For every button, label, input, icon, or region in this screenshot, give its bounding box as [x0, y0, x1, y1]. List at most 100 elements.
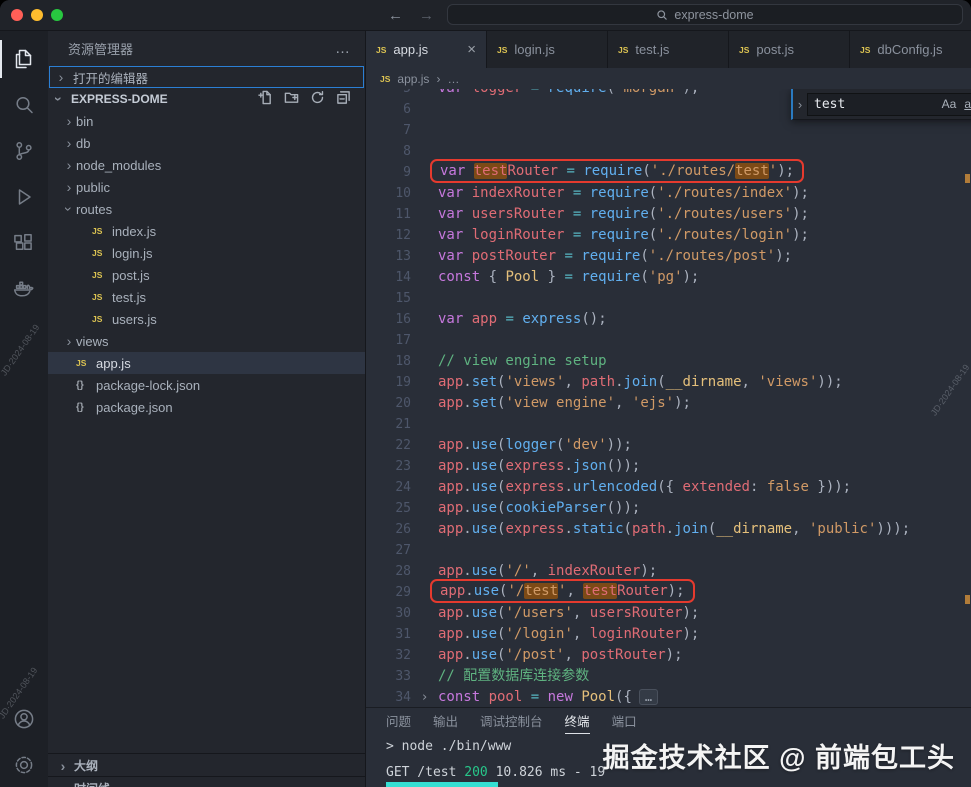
tree-item-index.js[interactable]: JS index.js [48, 220, 365, 242]
tab-login.js[interactable]: JS login.js [487, 31, 608, 68]
source-control-icon[interactable] [0, 128, 48, 174]
code-token: … [638, 689, 659, 705]
code-token: usersRouter [471, 206, 565, 222]
history-forward-icon[interactable]: → [419, 7, 434, 24]
tree-item-views[interactable]: › views [48, 330, 365, 352]
tree-item-node_modules[interactable]: › node_modules [48, 154, 365, 176]
refresh-explorer-icon[interactable] [310, 90, 325, 108]
tree-item-package-lock.json[interactable]: {} package-lock.json [48, 374, 365, 396]
zoom-window-button[interactable] [51, 9, 63, 21]
code-area[interactable]: 5var logger = require('morgan');6789var … [366, 89, 971, 707]
new-file-icon[interactable] [258, 90, 273, 108]
line-number: 30 [395, 606, 411, 621]
tree-item-app.js[interactable]: JS app.js [48, 352, 365, 374]
command-center-search[interactable]: express-dome [447, 4, 963, 25]
settings-icon[interactable] [0, 742, 48, 787]
run-debug-icon[interactable] [0, 174, 48, 220]
find-input[interactable]: test Aa ab [807, 92, 971, 116]
fold-gutter [411, 456, 438, 477]
tree-item-public[interactable]: › public [48, 176, 365, 198]
close-window-button[interactable] [11, 9, 23, 21]
tab-test.js[interactable]: JS test.js [608, 31, 729, 68]
extensions-icon[interactable] [0, 220, 48, 266]
code-line: 22 app.use(logger('dev')); [366, 435, 971, 456]
line-number: 12 [395, 228, 411, 243]
code-token: . [463, 395, 472, 411]
docker-icon[interactable] [0, 266, 48, 312]
timeline-section-header[interactable]: › 时间线 [48, 776, 365, 787]
code-token: ()); [606, 458, 641, 474]
annotation-red-box: app.use('/test', testRouter); [430, 579, 695, 603]
views-more-icon[interactable]: … [335, 40, 351, 57]
line-content: app.use('/users', usersRouter); [438, 603, 699, 624]
history-back-icon[interactable]: ← [388, 7, 403, 24]
match-case-toggle[interactable]: Aa [938, 97, 960, 111]
code-token: var [440, 163, 474, 179]
tree-item-package.json[interactable]: {} package.json [48, 396, 365, 418]
fold-gutter [411, 288, 438, 309]
tree-item-db[interactable]: › db [48, 132, 365, 154]
tree-item-users.js[interactable]: JS users.js [48, 308, 365, 330]
tab-post.js[interactable]: JS post.js [729, 31, 850, 68]
line-content: app.use(cookieParser()); [438, 498, 640, 519]
line-content: const pool = new Pool({… [438, 687, 659, 707]
explorer-icon[interactable] [0, 36, 48, 82]
panel-tab-输出[interactable]: 输出 [433, 708, 458, 734]
line-number: 31 [395, 627, 411, 642]
code-token: loginRouter [589, 626, 683, 642]
find-query[interactable]: test [814, 97, 938, 112]
code-token: = [564, 269, 573, 285]
code-token: 'views' [505, 374, 565, 390]
code-token: (); [581, 311, 607, 327]
open-editors-section-header[interactable]: › 打开的编辑器 [49, 66, 364, 88]
account-icon[interactable] [0, 696, 48, 742]
sidebar-explorer: 资源管理器 … › 打开的编辑器 › EXPRESS-DOME › bin › db ›… [48, 31, 366, 787]
code-token: = [530, 689, 540, 705]
tree-item-bin[interactable]: › bin [48, 110, 365, 132]
code-token: , [615, 395, 632, 411]
code-editor[interactable]: 5var logger = require('morgan');6789var … [366, 89, 971, 707]
fold-chevron-icon[interactable]: › [411, 687, 438, 707]
panel-tab-调试控制台[interactable]: 调试控制台 [480, 708, 543, 734]
code-token: express [505, 521, 565, 537]
code-token: ( [642, 163, 651, 179]
breadcrumb[interactable]: JS app.js › … [366, 68, 971, 89]
code-token: ( [707, 521, 717, 537]
chevron-down-icon: › [51, 96, 67, 102]
code-token: use [471, 458, 498, 474]
collapse-folders-icon[interactable] [336, 90, 351, 108]
panel-tab-终端[interactable]: 终端 [564, 708, 590, 734]
tree-item-login.js[interactable]: JS login.js [48, 242, 365, 264]
fold-gutter [411, 414, 438, 435]
breadcrumb-more[interactable]: … [447, 72, 459, 86]
code-line: 30 app.use('/users', usersRouter); [366, 603, 971, 624]
panel-tab-端口[interactable]: 端口 [612, 708, 637, 734]
code-line: 27 [366, 540, 971, 561]
tab-dbConfig.js[interactable]: JS dbConfig.js [850, 31, 971, 68]
code-line: 34 › const pool = new Pool({… [366, 687, 971, 707]
tab-app.js[interactable]: JS app.js × [366, 31, 487, 68]
search-icon[interactable] [0, 82, 48, 128]
breadcrumb-file[interactable]: app.js [397, 72, 429, 86]
outline-section-header[interactable]: › 大纲 [48, 753, 365, 777]
js-file-icon: JS [380, 73, 391, 84]
project-section-header[interactable]: › EXPRESS-DOME [48, 88, 365, 110]
overview-ruler-match [965, 174, 970, 183]
panel-tab-问题[interactable]: 问题 [386, 708, 411, 734]
code-line: 17 [366, 330, 971, 351]
code-token: './routes/index' [657, 185, 793, 201]
code-token: , [572, 626, 590, 642]
code-token: '/post' [505, 647, 565, 663]
close-tab-icon[interactable]: × [467, 41, 476, 58]
line-number: 20 [395, 396, 411, 411]
new-folder-icon[interactable] [284, 90, 299, 108]
code-token: = [505, 311, 514, 327]
tree-item-label: users.js [112, 311, 157, 327]
tree-item-test.js[interactable]: JS test.js [48, 286, 365, 308]
minimize-window-button[interactable] [31, 9, 43, 21]
js-file-icon: JS [376, 44, 387, 55]
toggle-replace-chevron-icon[interactable]: › [793, 89, 807, 119]
tree-item-post.js[interactable]: JS post.js [48, 264, 365, 286]
tree-item-routes[interactable]: › routes [48, 198, 365, 220]
whole-word-toggle[interactable]: ab [960, 97, 971, 111]
